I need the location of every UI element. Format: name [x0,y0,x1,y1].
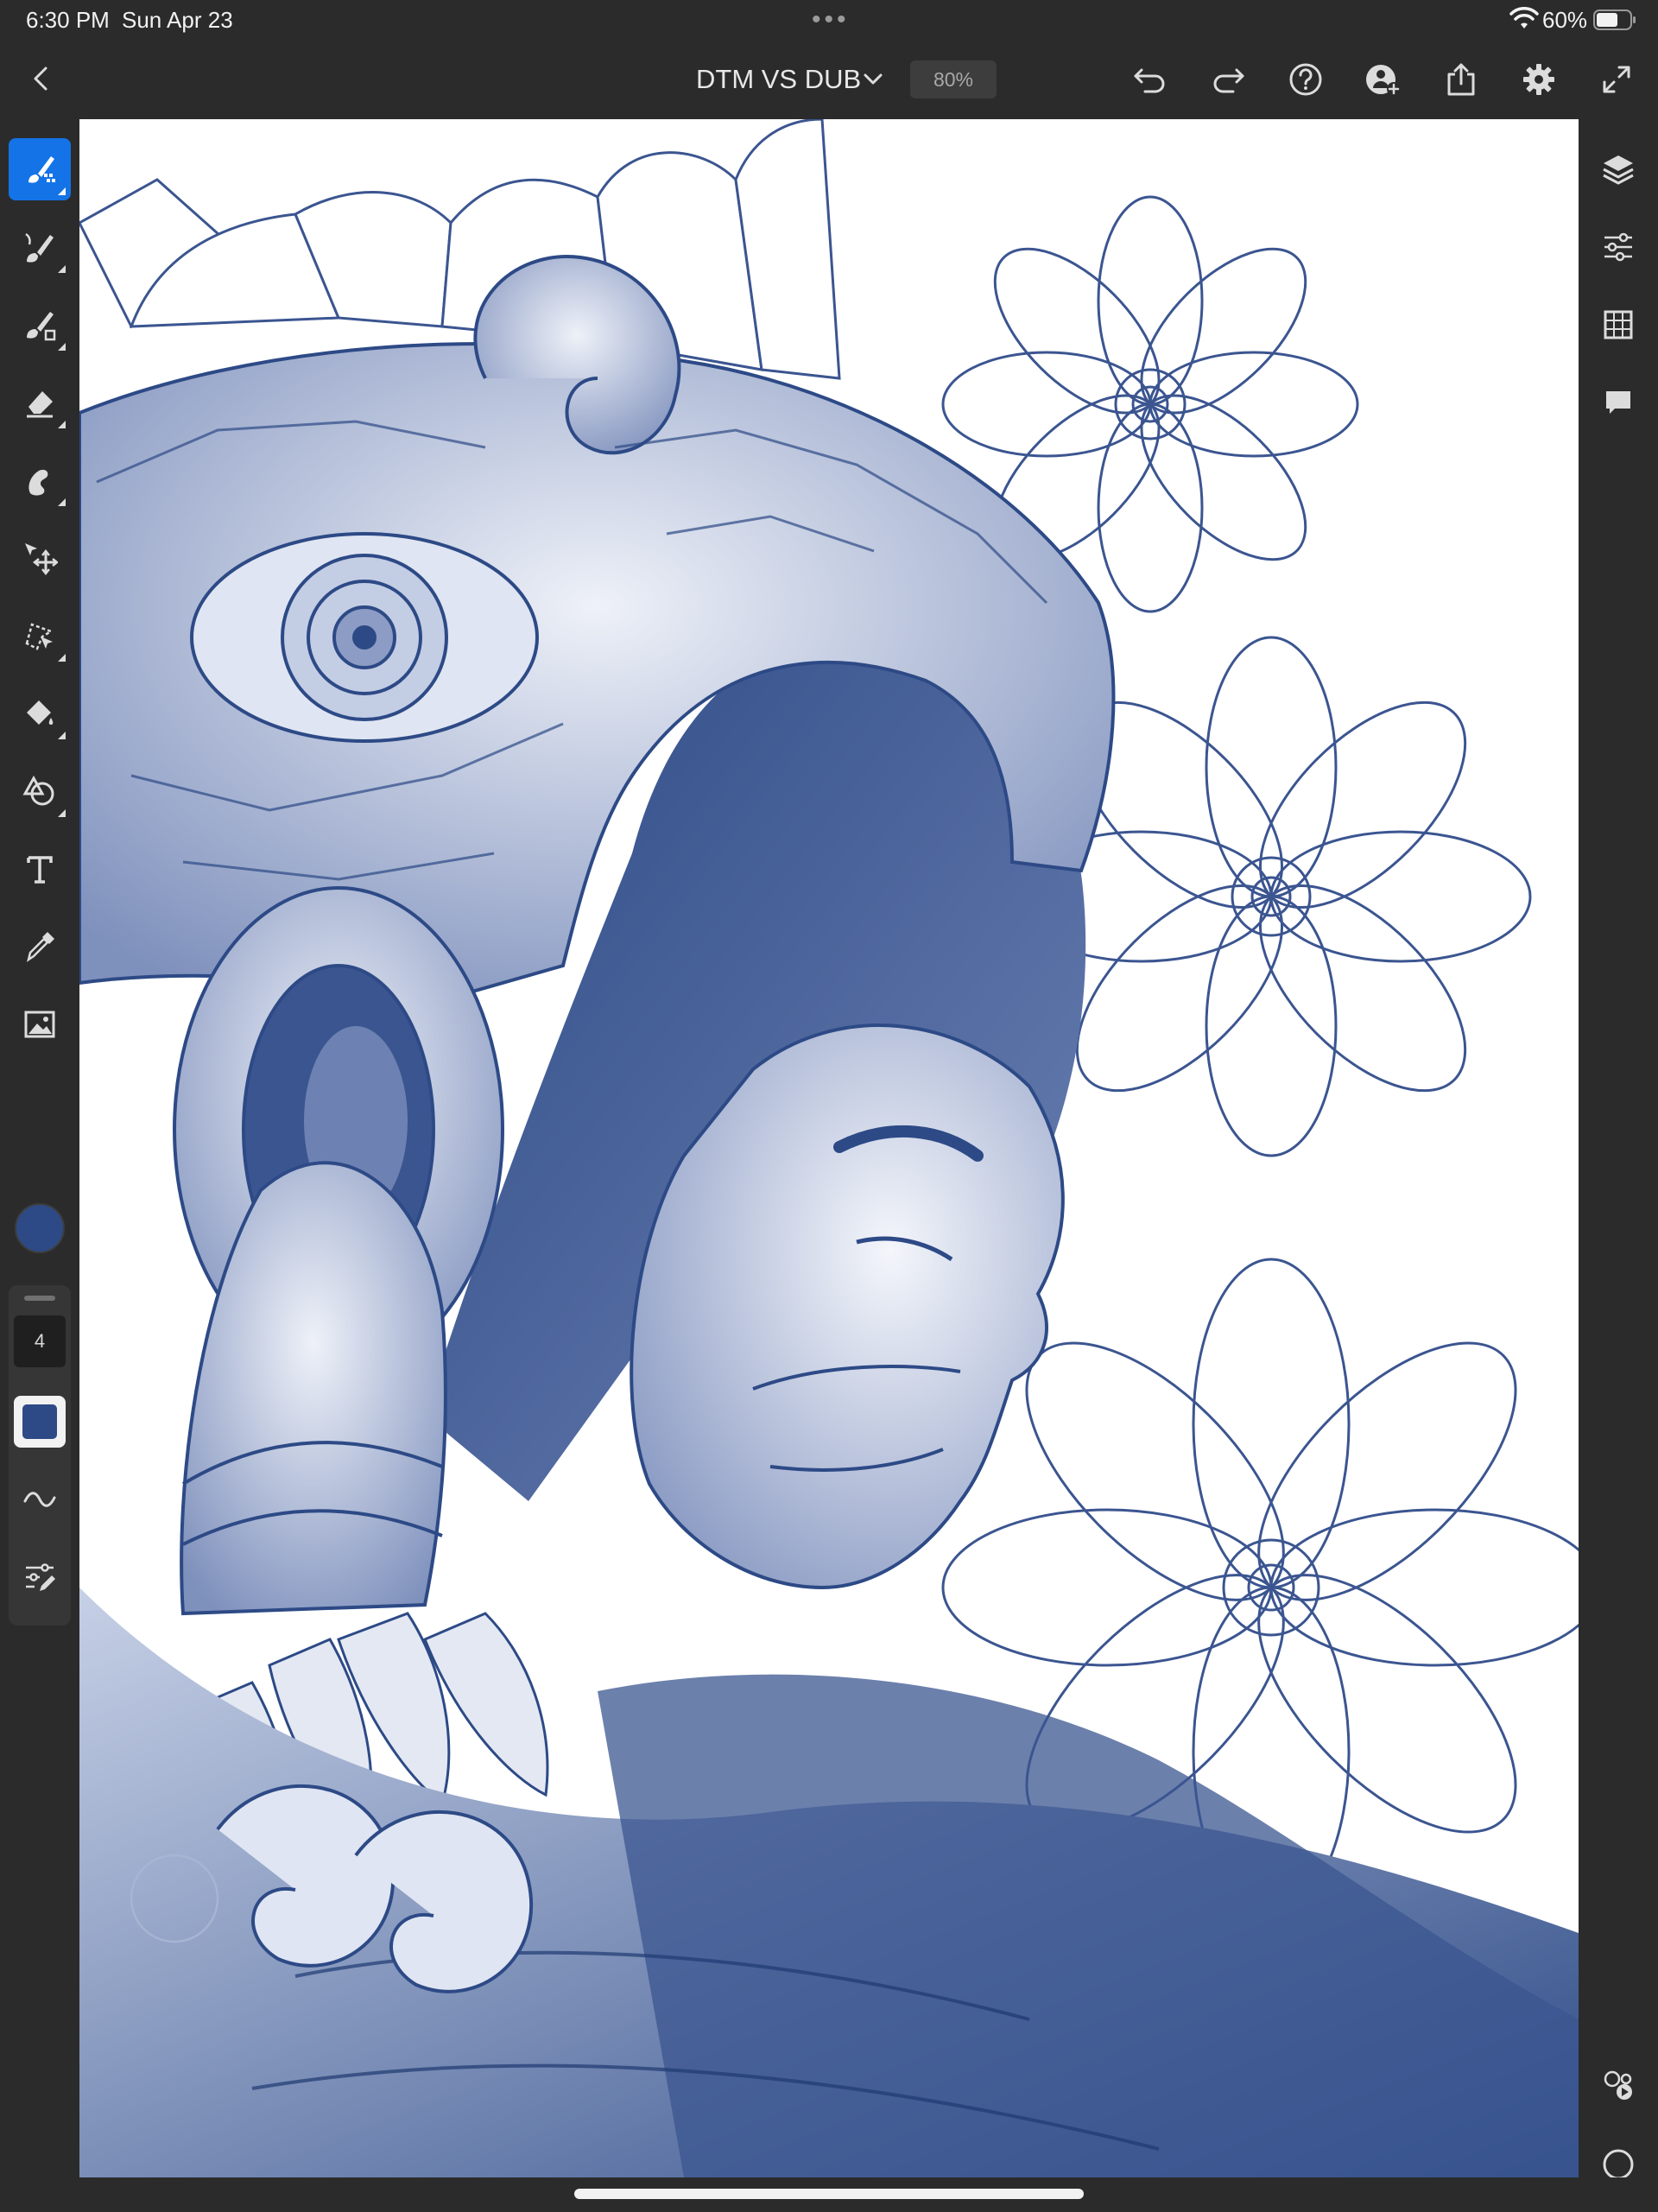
home-indicator[interactable] [574,2189,1084,2199]
tool-fill[interactable] [9,682,71,745]
help-button[interactable] [1285,59,1326,100]
gear-icon [1523,64,1554,95]
tool-eraser[interactable] [9,371,71,434]
fill-icon [27,700,54,725]
redo-button[interactable] [1207,59,1249,100]
grid-button[interactable] [1592,299,1644,351]
brush-settings-button[interactable] [14,1551,66,1603]
color-picker-swatch[interactable] [15,1203,65,1253]
pixel-brush-icon [28,156,55,183]
status-time: 6:30 PM [26,7,110,33]
right-toolbar [1579,119,1658,2180]
document-title[interactable]: DTM VS DUB [696,64,861,95]
comments-icon [1606,391,1630,414]
smoothing-button[interactable] [14,1474,66,1525]
artwork [79,119,1579,2177]
tool-image[interactable] [9,993,71,1055]
back-button[interactable] [19,55,62,102]
grid-icon [1604,310,1633,339]
smudge-icon [28,469,48,496]
chevron-left-icon [34,67,47,91]
shape-icon [22,775,54,806]
eraser-icon [27,391,53,418]
tool-shape[interactable] [9,760,71,822]
share-button[interactable] [1440,59,1482,100]
brush-size[interactable]: 4 [14,1315,66,1367]
layer-properties-icon [1604,232,1632,262]
invite-button[interactable] [1363,59,1404,100]
tool-pixel-brush[interactable] [9,138,71,200]
settings-button[interactable] [1518,59,1560,100]
brush-settings-panel: 4 [9,1285,71,1626]
tool-live-brush[interactable] [9,216,71,278]
comments-button[interactable] [1592,377,1644,428]
tool-eyedropper[interactable] [9,916,71,978]
status-bar: 6:30 PM Sun Apr 23 ••• 60% [0,0,1658,40]
chevron-down-icon[interactable] [861,67,885,92]
undo-icon [1134,68,1165,93]
panel-grip[interactable] [24,1296,55,1301]
redo-icon [1213,68,1244,93]
text-icon [27,856,53,884]
multitasking-dots[interactable]: ••• [812,5,850,35]
undo-button[interactable] [1130,59,1171,100]
vector-brush-icon [27,312,56,341]
tool-text[interactable] [9,838,71,900]
eyedropper-icon [27,932,54,962]
tool-vector-brush[interactable] [9,294,71,356]
brush-opacity-swatch[interactable] [14,1396,66,1448]
drawing-canvas[interactable] [79,119,1579,2177]
collaborate-button[interactable] [1592,2059,1644,2111]
zoom-level[interactable]: 80% [910,60,997,98]
wifi-icon [1509,7,1539,29]
invite-user-icon [1366,65,1401,96]
status-date: Sun Apr 23 [122,7,233,33]
tool-selection[interactable] [9,605,71,667]
selection-icon [25,623,54,650]
image-icon [24,1011,55,1038]
help-icon [1289,63,1322,96]
wave-icon [23,1492,56,1507]
transform-icon [25,543,58,576]
layer-properties-button[interactable] [1592,221,1644,273]
title-bar: DTM VS DUB 80% [0,40,1658,119]
layers-button[interactable] [1592,143,1644,195]
brush-settings-icon [26,1563,55,1591]
fullscreen-button[interactable] [1596,59,1637,100]
battery-icon [1593,10,1636,30]
circle-icon [1603,2149,1634,2180]
live-brush-icon [25,232,54,263]
layers-icon [1603,155,1634,185]
left-toolbar: 4 [0,119,79,2175]
tool-smudge[interactable] [9,449,71,511]
share-collaborate-icon [1604,2070,1632,2100]
battery-percent: 60% [1542,7,1588,33]
tool-transform[interactable] [9,527,71,589]
share-icon [1447,63,1475,96]
expand-icon [1603,66,1630,93]
opacity-color [22,1404,57,1439]
